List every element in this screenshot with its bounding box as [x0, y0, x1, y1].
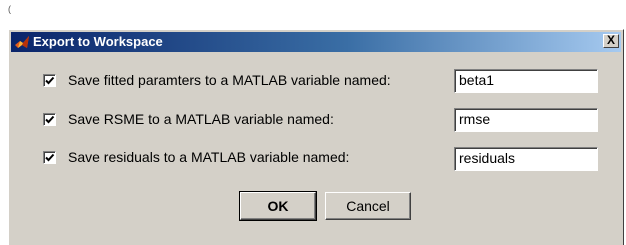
save-residuals-checkbox[interactable]: [43, 151, 56, 164]
save-rmse-checkbox[interactable]: [43, 113, 56, 126]
residuals-variable-input[interactable]: residuals: [454, 147, 598, 171]
checkmark-icon: [45, 115, 55, 124]
ok-button[interactable]: OK: [239, 191, 317, 221]
close-button[interactable]: X: [603, 34, 619, 48]
stray-mark: (: [8, 4, 11, 14]
matlab-logo-icon: [14, 34, 30, 50]
rmse-variable-input[interactable]: rmse: [454, 108, 598, 132]
dialog-title: Export to Workspace: [33, 34, 163, 49]
save-params-label: Save fitted paramters to a MATLAB variab…: [68, 72, 391, 88]
checkmark-icon: [45, 76, 55, 85]
save-rmse-label: Save RSME to a MATLAB variable named:: [68, 111, 334, 127]
title-bar[interactable]: Export to Workspace X: [11, 32, 621, 52]
checkmark-icon: [45, 153, 55, 162]
cancel-button[interactable]: Cancel: [325, 192, 411, 220]
save-residuals-label: Save residuals to a MATLAB variable name…: [68, 149, 350, 165]
params-variable-input[interactable]: beta1: [454, 69, 598, 93]
export-dialog: Export to Workspace X Save fitted paramt…: [8, 29, 624, 245]
save-params-checkbox[interactable]: [43, 74, 56, 87]
